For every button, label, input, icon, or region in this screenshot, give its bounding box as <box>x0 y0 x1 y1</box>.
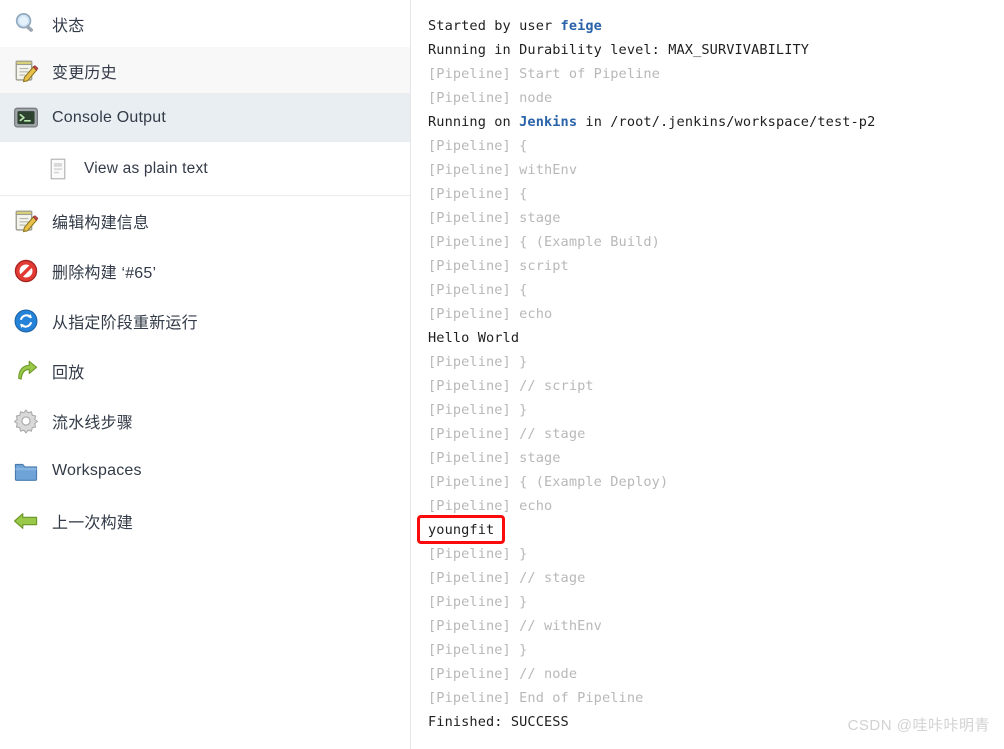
gear-icon <box>10 405 42 437</box>
console-link[interactable]: Jenkins <box>519 114 577 130</box>
build-sidebar: 状态变更历史 Console Output View as plain text 编辑… <box>0 0 411 749</box>
sidebar-item-workspaces[interactable]: Workspaces <box>0 446 410 496</box>
document-icon <box>42 153 74 185</box>
sidebar-item-plaintext[interactable]: View as plain text <box>0 141 410 196</box>
sidebar-item-label: 编辑构建信息 <box>52 215 150 232</box>
console-line: [Pipeline] echo <box>428 306 553 322</box>
console-line: [Pipeline] { <box>428 138 528 154</box>
sidebar-item-previous-build[interactable]: 上一次构建 <box>0 496 410 546</box>
magnifier-icon <box>10 8 42 40</box>
refresh-icon <box>10 305 42 337</box>
console-output-panel[interactable]: Started by user feige Running in Durabili… <box>411 0 1004 749</box>
console-line: [Pipeline] // script <box>428 378 594 394</box>
no-entry-icon <box>10 255 42 287</box>
console-line: Hello World <box>428 330 520 346</box>
console-line: [Pipeline] } <box>428 402 528 418</box>
sidebar-item-label: 上一次构建 <box>52 515 134 532</box>
sidebar-item-changes[interactable]: 变更历史 <box>0 47 410 94</box>
console-line: [Pipeline] { <box>428 282 528 298</box>
console-line: Running on Jenkins in /root/.jenkins/wor… <box>428 114 876 130</box>
console-line-highlighted: youngfit <box>428 522 495 538</box>
sidebar-item-replay[interactable]: 回放 <box>0 346 410 396</box>
sidebar-item-label: 状态 <box>52 17 85 35</box>
console-line: [Pipeline] { (Example Build) <box>428 234 660 250</box>
console-link[interactable]: feige <box>561 18 602 34</box>
console-line: [Pipeline] { (Example Deploy) <box>428 474 669 490</box>
console-line: [Pipeline] // node <box>428 666 578 682</box>
sidebar-item-label: Console Output <box>52 108 166 126</box>
console-line: [Pipeline] Start of Pipeline <box>428 66 660 82</box>
sidebar-item-edit-info[interactable]: 编辑构建信息 <box>0 196 410 246</box>
sidebar-item-delete-build[interactable]: 删除构建 ‘#65’ <box>0 246 410 296</box>
sidebar-item-label: 变更历史 <box>52 64 117 82</box>
terminal-icon <box>10 102 42 134</box>
console-line: [Pipeline] } <box>428 546 528 562</box>
folder-icon <box>10 455 42 487</box>
back-arrow-icon <box>10 505 42 537</box>
console-line: [Pipeline] { <box>428 186 528 202</box>
sidebar-item-label: 回放 <box>52 365 85 382</box>
replay-arrow-icon <box>10 355 42 387</box>
console-line: [Pipeline] } <box>428 642 528 658</box>
console-line: [Pipeline] } <box>428 354 528 370</box>
console-log: Started by user feige Running in Durabili… <box>428 14 1004 734</box>
console-line: Running in Durability level: MAX_SURVIVA… <box>428 42 810 58</box>
sidebar-item-pipeline-steps[interactable]: 流水线步骤 <box>0 396 410 446</box>
sidebar-item-status[interactable]: 状态 <box>0 0 410 47</box>
console-line: [Pipeline] } <box>428 594 528 610</box>
console-line: [Pipeline] End of Pipeline <box>428 690 644 706</box>
jenkins-build-page: 状态变更历史 Console Output View as plain text 编辑… <box>0 0 1004 749</box>
console-line: [Pipeline] echo <box>428 498 553 514</box>
sidebar-item-restart-stage[interactable]: 从指定阶段重新运行 <box>0 296 410 346</box>
console-line: [Pipeline] script <box>428 258 569 274</box>
sidebar-item-label: 流水线步骤 <box>52 415 134 432</box>
csdn-watermark: CSDN @哇咔咔明青 <box>847 717 990 734</box>
console-line: [Pipeline] // withEnv <box>428 618 602 634</box>
sidebar-item-label: Workspaces <box>52 462 142 479</box>
sidebar-item-label: 从指定阶段重新运行 <box>52 315 198 332</box>
sidebar-item-label: View as plain text <box>84 159 208 177</box>
sidebar-item-label: 删除构建 ‘#65’ <box>52 265 157 282</box>
console-line: [Pipeline] stage <box>428 210 561 226</box>
console-line: [Pipeline] stage <box>428 450 561 466</box>
console-line: Started by user feige <box>428 18 602 34</box>
console-line: [Pipeline] // stage <box>428 426 586 442</box>
notepad-pencil-icon <box>10 55 42 87</box>
sidebar-item-console[interactable]: Console Output <box>0 94 410 141</box>
notepad-pencil-icon <box>10 205 42 237</box>
console-line: [Pipeline] withEnv <box>428 162 578 178</box>
console-line: [Pipeline] // stage <box>428 570 586 586</box>
console-line: [Pipeline] node <box>428 90 553 106</box>
